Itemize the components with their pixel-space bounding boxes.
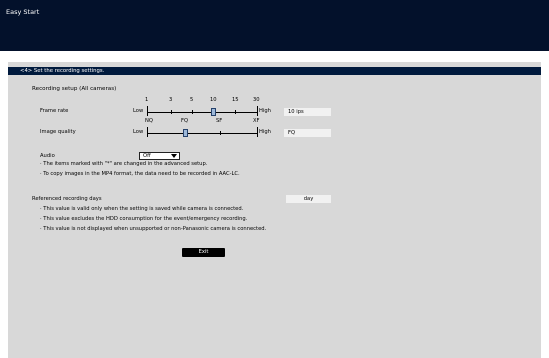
image-quality-slider-knob[interactable] (183, 129, 188, 137)
frame-rate-high-label: High (259, 108, 271, 114)
step-label: <4> Set the recording settings. (20, 68, 105, 74)
recording-setup-title: Recording setup (All cameras) (32, 86, 117, 92)
image-quality-tick (257, 127, 258, 137)
image-quality-tick (220, 131, 221, 135)
audio-label: Audio (40, 153, 55, 159)
image-quality-tick (147, 127, 148, 137)
frame-rate-tick (257, 106, 258, 116)
frame-rate-slider-track[interactable] (147, 112, 257, 113)
frame-rate-scale-1: 1 (145, 97, 149, 103)
frame-rate-scale-5: 5 (190, 97, 194, 103)
window-title: Easy Start (6, 8, 40, 16)
recording-note: · To copy images in the MP4 format, the … (40, 171, 240, 177)
quality-scale-nq: NQ (145, 118, 153, 124)
referenced-days-note: · This value is not displayed when unsup… (40, 226, 267, 232)
frame-rate-label: Frame rate (40, 108, 69, 114)
settings-content: Recording setup (All cameras) 1 3 5 10 1… (8, 75, 541, 358)
referenced-days-label: Referenced recording days (32, 196, 102, 202)
title-bar: Easy Start (0, 0, 549, 51)
frame-rate-tick (235, 110, 236, 114)
quality-scale-xf: XF (253, 118, 260, 124)
image-quality-low-label: Low (133, 129, 144, 135)
frame-rate-scale-10: 10 (210, 97, 217, 103)
frame-rate-scale-3: 3 (169, 97, 173, 103)
frame-rate-value: 10 ips (284, 108, 331, 116)
frame-rate-low-label: Low (133, 108, 144, 114)
image-quality-slider-track[interactable] (147, 133, 257, 134)
recording-note: · The items marked with "*" are changed … (40, 161, 208, 167)
frame-rate-scale-15: 15 (232, 97, 239, 103)
audio-select-value: Off (143, 153, 151, 159)
frame-rate-slider-knob[interactable] (211, 108, 216, 116)
quality-scale-fq: FQ (181, 118, 189, 124)
image-quality-high-label: High (259, 129, 271, 135)
frame-rate-tick (171, 110, 172, 114)
referenced-days-note: · This value is valid only when the sett… (40, 206, 244, 212)
chevron-down-icon (171, 154, 177, 158)
frame-rate-tick (147, 106, 148, 116)
exit-button[interactable]: Exit (182, 248, 225, 257)
quality-scale-sf: SF (216, 118, 223, 124)
step-header: <4> Set the recording settings. (8, 67, 541, 75)
referenced-days-note: · This value excludes the HDD consumptio… (40, 216, 248, 222)
audio-select[interactable]: Off (139, 152, 180, 160)
image-quality-label: Image quality (40, 129, 76, 135)
referenced-days-value: day (286, 195, 331, 203)
image-quality-value: FQ (284, 129, 331, 137)
frame-rate-scale-30: 30 (253, 97, 260, 103)
frame-rate-tick (192, 110, 193, 114)
